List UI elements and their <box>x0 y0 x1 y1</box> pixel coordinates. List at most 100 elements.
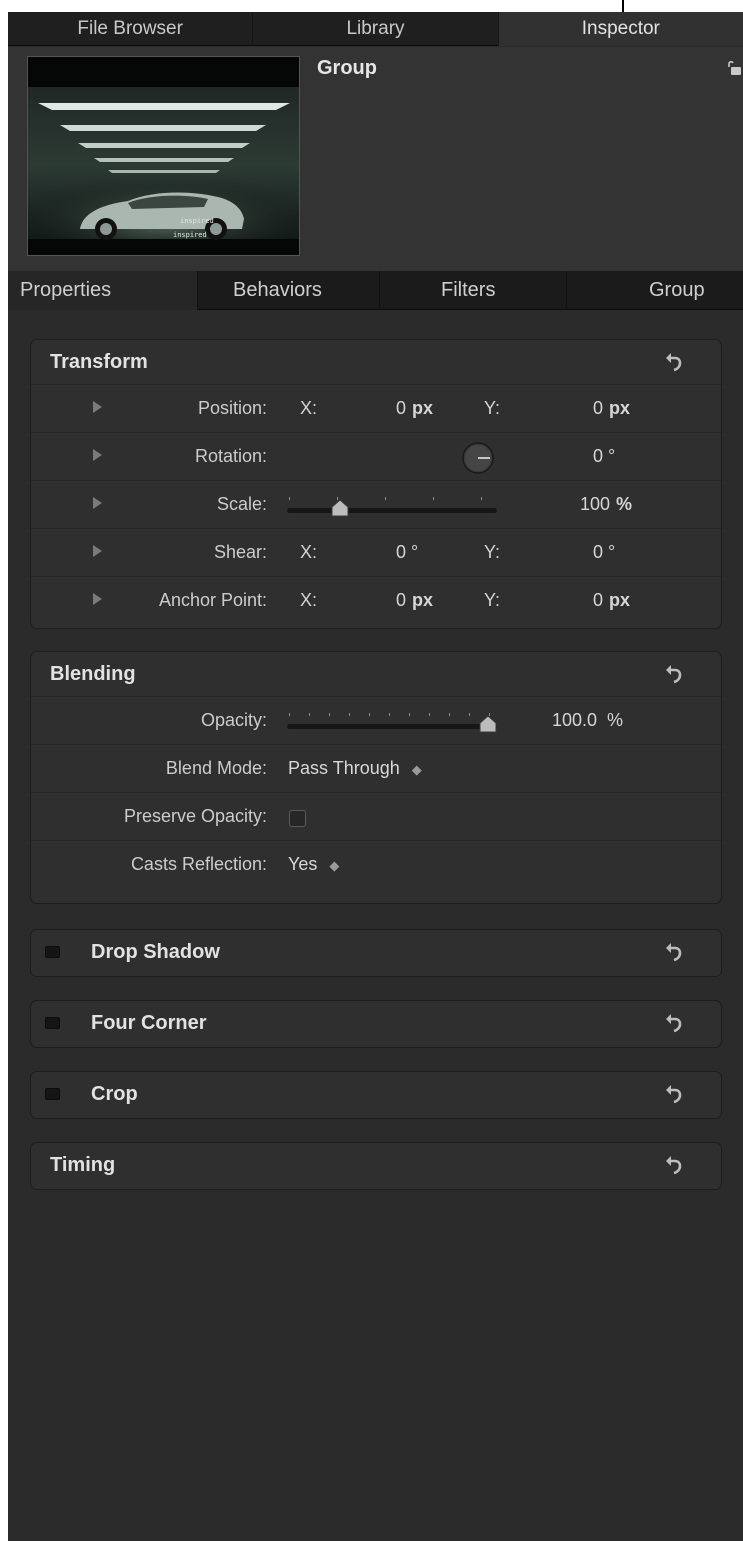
tab-group[interactable]: Group <box>567 271 743 310</box>
anchor-point-row: Anchor Point: X: 0 px Y: 0 px <box>31 576 721 624</box>
crop-section[interactable]: Crop <box>30 1071 722 1119</box>
preserve-opacity-label: Preserve Opacity: <box>123 806 267 826</box>
disclosure-triangle-icon[interactable] <box>93 449 102 461</box>
scale-row: Scale: 100% <box>31 480 721 528</box>
crop-title: Crop <box>91 1083 138 1105</box>
scale-unit: % <box>616 494 633 514</box>
shear-label: Shear: <box>213 542 267 562</box>
up-down-arrows-icon: ◆ <box>411 762 422 777</box>
casts-reflection-label: Casts Reflection: <box>130 854 267 874</box>
scale-slider[interactable] <box>285 491 499 517</box>
reset-arrow-icon[interactable] <box>665 942 683 962</box>
shear-y-field[interactable]: 0 ° <box>593 542 615 563</box>
preserve-opacity-checkbox[interactable] <box>289 810 306 827</box>
reset-arrow-icon[interactable] <box>665 664 683 684</box>
object-name: Group <box>317 57 377 79</box>
transform-section: Transform Position: X: 0 px Y: 0 px Rotati… <box>30 339 722 629</box>
opacity-slider[interactable] <box>285 707 499 733</box>
four-corner-enable-checkbox[interactable] <box>45 1017 60 1029</box>
position-y-unit: px <box>609 398 631 418</box>
opacity-unit: % <box>607 710 624 730</box>
tab-library[interactable]: Library <box>253 12 499 46</box>
lock-icon[interactable] <box>727 60 741 76</box>
anchor-y-label: Y: <box>484 590 501 610</box>
blending-title: Blending <box>50 663 136 685</box>
blending-section: Blending Opacity: 100.0 % Blend Mode: Pa… <box>30 651 722 904</box>
disclosure-triangle-icon[interactable] <box>93 401 102 413</box>
inspector-panel: File Browser Library Inspector inspired … <box>8 12 743 1541</box>
anchor-y-unit: px <box>609 590 631 610</box>
tab-file-browser[interactable]: File Browser <box>8 12 254 46</box>
reset-arrow-icon[interactable] <box>665 1013 683 1033</box>
four-corner-title: Four Corner <box>91 1012 207 1034</box>
shear-x-field[interactable]: 0 ° <box>396 542 418 563</box>
blend-mode-popup[interactable]: Pass Through ◆ <box>288 758 422 779</box>
opacity-label: Opacity: <box>200 710 267 730</box>
anchor-y-field[interactable]: 0 px <box>593 590 630 611</box>
preview-image: inspired inspired <box>28 57 299 255</box>
drop-shadow-enable-checkbox[interactable] <box>45 946 60 958</box>
position-label: Position: <box>197 398 267 418</box>
reset-arrow-icon[interactable] <box>665 1084 683 1104</box>
timing-title: Timing <box>50 1154 116 1176</box>
casts-reflection-row: Casts Reflection: Yes ◆ <box>31 840 721 888</box>
drop-shadow-section[interactable]: Drop Shadow <box>30 929 722 977</box>
anchor-x-label: X: <box>300 590 318 610</box>
anchor-y-value: 0 <box>593 590 604 610</box>
reset-arrow-icon[interactable] <box>665 1155 683 1175</box>
anchor-x-unit: px <box>412 590 434 610</box>
rotation-field[interactable]: 0 ° <box>593 446 615 467</box>
four-corner-header[interactable]: Four Corner <box>31 1001 721 1045</box>
blend-mode-value: Pass Through <box>288 758 400 778</box>
scale-slider-thumb <box>331 499 349 517</box>
scale-value: 100 <box>580 494 611 514</box>
tab-inspector[interactable]: Inspector <box>498 12 743 46</box>
casts-reflection-popup[interactable]: Yes ◆ <box>288 854 339 875</box>
rotation-row: Rotation: 0 ° <box>31 432 721 480</box>
properties-content: Transform Position: X: 0 px Y: 0 px Rotati… <box>8 311 743 1541</box>
anchor-point-label: Anchor Point: <box>158 590 267 610</box>
position-y-field[interactable]: 0 px <box>593 398 630 419</box>
crop-header[interactable]: Crop <box>31 1072 721 1116</box>
shear-y-value: 0 <box>593 542 604 562</box>
casts-reflection-value: Yes <box>288 854 318 874</box>
opacity-value: 100.0 <box>552 710 598 730</box>
shear-y-label: Y: <box>484 542 501 562</box>
shear-x-unit: ° <box>411 542 419 562</box>
anchor-x-field[interactable]: 0 px <box>396 590 433 611</box>
up-down-arrows-icon: ◆ <box>329 858 340 873</box>
position-y-value: 0 <box>593 398 604 418</box>
tab-properties[interactable]: Properties <box>8 271 198 310</box>
tab-behaviors[interactable]: Behaviors <box>198 271 380 310</box>
four-corner-section[interactable]: Four Corner <box>30 1000 722 1048</box>
shear-row: Shear: X: 0 ° Y: 0 ° <box>31 528 721 576</box>
drop-shadow-title: Drop Shadow <box>91 941 220 963</box>
shear-y-unit: ° <box>608 542 616 562</box>
disclosure-triangle-icon[interactable] <box>93 545 102 557</box>
thumbnail-text-1: inspired <box>180 217 214 225</box>
rotation-value: 0 <box>593 446 604 466</box>
transform-header[interactable]: Transform <box>31 340 721 384</box>
transform-title: Transform <box>50 351 148 373</box>
crop-enable-checkbox[interactable] <box>45 1088 60 1100</box>
rotation-label: Rotation: <box>194 446 267 466</box>
timing-header[interactable]: Timing <box>31 1143 721 1187</box>
position-x-field[interactable]: 0 px <box>396 398 433 419</box>
opacity-field[interactable]: 100.0% <box>552 710 623 731</box>
reset-arrow-icon[interactable] <box>665 352 683 372</box>
disclosure-triangle-icon[interactable] <box>93 497 102 509</box>
shear-x-value: 0 <box>396 542 407 562</box>
disclosure-triangle-icon[interactable] <box>93 593 102 605</box>
preserve-opacity-row: Preserve Opacity: <box>31 792 721 840</box>
tab-filters[interactable]: Filters <box>380 271 567 310</box>
rotation-dial[interactable] <box>461 441 495 475</box>
blending-header[interactable]: Blending <box>31 652 721 696</box>
drop-shadow-header[interactable]: Drop Shadow <box>31 930 721 974</box>
timing-section[interactable]: Timing <box>30 1142 722 1190</box>
anchor-x-value: 0 <box>396 590 407 610</box>
position-x-label: X: <box>300 398 318 418</box>
scale-field[interactable]: 100% <box>580 494 632 515</box>
inspector-header: inspired inspired Group <box>8 47 743 271</box>
opacity-row: Opacity: 100.0 % <box>31 696 721 744</box>
position-x-value: 0 <box>396 398 407 418</box>
